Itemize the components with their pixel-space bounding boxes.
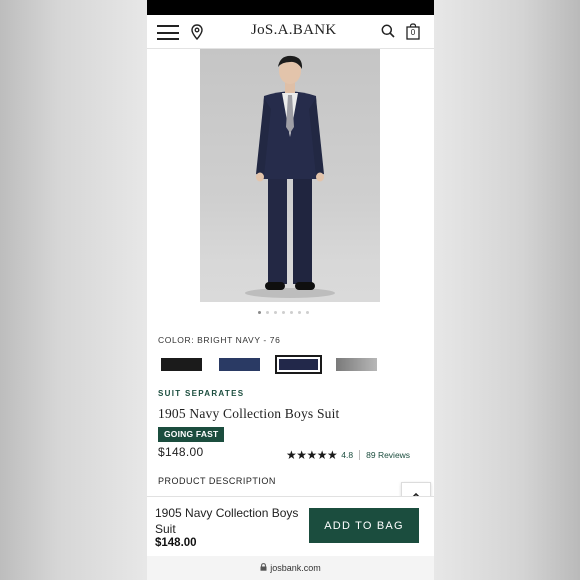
- color-swatch-grey[interactable]: [336, 358, 377, 371]
- rating-value: 4.8: [341, 450, 354, 460]
- bottom-product-name: 1905 Navy Collection Boys Suit: [155, 506, 299, 536]
- search-icon[interactable]: [381, 24, 395, 43]
- shopping-bag-icon[interactable]: 0: [406, 23, 420, 40]
- url-text[interactable]: josbank.com: [270, 563, 321, 573]
- bag-count: 0: [410, 28, 416, 37]
- bottom-product-price: $148.00: [155, 537, 197, 549]
- color-swatch-black[interactable]: [161, 358, 202, 371]
- color-label: COLOR: BRIGHT NAVY - 76: [158, 335, 281, 345]
- carousel-dot[interactable]: [306, 311, 309, 314]
- status-badge: GOING FAST: [158, 427, 225, 442]
- color-swatch-bright-navy-selected[interactable]: [275, 355, 322, 374]
- carousel-dot[interactable]: [290, 311, 293, 314]
- location-pin-icon[interactable]: [191, 24, 203, 45]
- product-price: $148.00: [158, 445, 204, 459]
- image-carousel-dots: [258, 311, 309, 315]
- menu-icon[interactable]: [157, 25, 179, 40]
- brand-logo[interactable]: JoS.A.BANK: [251, 22, 336, 39]
- browser-url-bar[interactable]: josbank.com: [147, 556, 434, 580]
- carousel-dot[interactable]: [258, 311, 261, 314]
- carousel-dot[interactable]: [266, 311, 269, 314]
- site-header: JoS.A.BANK 0: [147, 15, 434, 49]
- carousel-dot[interactable]: [274, 311, 277, 314]
- lock-icon: [260, 563, 267, 573]
- description-title[interactable]: PRODUCT DESCRIPTION: [158, 476, 276, 486]
- color-swatch-navy[interactable]: [219, 358, 260, 371]
- carousel-dot[interactable]: [298, 311, 301, 314]
- sticky-add-to-bag-bar: 1905 Navy Collection Boys Suit $148.00 A…: [147, 496, 434, 556]
- product-image[interactable]: [200, 49, 380, 302]
- status-bar: [147, 0, 434, 15]
- phone-screen: JoS.A.BANK 0 COLOR: BRIGHT NAVY - 76 SUI…: [147, 0, 434, 580]
- reviews-link[interactable]: 89 Reviews: [366, 450, 410, 460]
- star-icon: ★★★★★: [286, 448, 338, 462]
- divider: [359, 450, 361, 460]
- carousel-dot[interactable]: [282, 311, 285, 314]
- product-title: 1905 Navy Collection Boys Suit: [158, 406, 340, 421]
- product-category[interactable]: SUIT SEPARATES: [158, 389, 244, 398]
- add-to-bag-button[interactable]: ADD TO BAG: [309, 508, 419, 543]
- product-rating[interactable]: ★★★★★ 4.8 89 Reviews: [286, 448, 410, 462]
